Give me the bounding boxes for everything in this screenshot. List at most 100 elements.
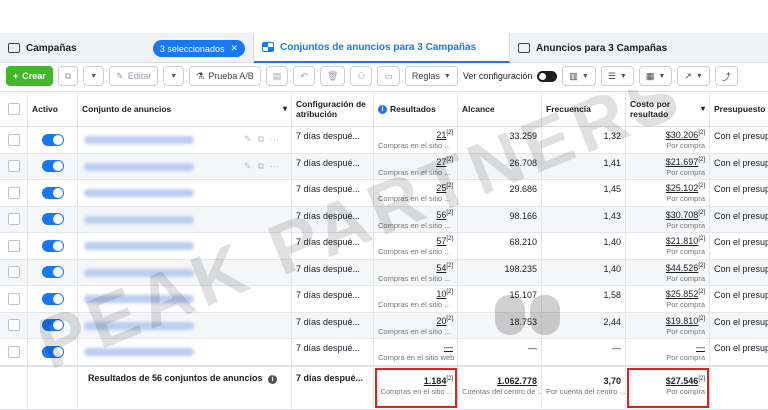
- row-checkbox[interactable]: [7, 345, 20, 358]
- row-checkbox[interactable]: [7, 292, 20, 305]
- col-budget[interactable]: Presupuesto: [710, 92, 768, 126]
- toggle-switch[interactable]: [537, 70, 558, 82]
- frequency-cell: 1,43: [542, 206, 626, 232]
- people-icon: ⚇: [357, 70, 366, 81]
- row-checkbox[interactable]: [7, 239, 20, 252]
- table-row[interactable]: ✎⧉⋯ 7 días despué... 27[2] Compras en el…: [0, 153, 768, 180]
- totals-attribution: 7 días despué...: [292, 366, 374, 409]
- attribution-cell: 7 días despué...: [292, 259, 374, 285]
- col-frequency[interactable]: Frecuencia: [542, 92, 626, 126]
- table-row[interactable]: 7 días despué... 57[2] Compras en el sit…: [0, 233, 768, 260]
- delete-button[interactable]: 🗑: [319, 66, 346, 86]
- results-cell: 25[2] Compras en el sitio ...: [374, 180, 458, 206]
- reports-button[interactable]: ▦ ▼: [638, 66, 673, 86]
- col-name[interactable]: Conjunto de anuncios ▾: [78, 92, 292, 126]
- undo-button[interactable]: ↶: [293, 66, 315, 86]
- table-row[interactable]: 7 días despué... — Compra en el sitio we…: [0, 339, 768, 366]
- row-checkbox[interactable]: [7, 319, 20, 332]
- duplicate-icon: ⧉: [64, 70, 72, 81]
- active-toggle[interactable]: [41, 345, 64, 358]
- active-toggle[interactable]: [41, 213, 64, 226]
- table-row[interactable]: 7 días despué... 54[2] Compras en el sit…: [0, 259, 768, 286]
- col-active[interactable]: Activo: [28, 92, 78, 126]
- attribution-cell: 7 días despué...: [292, 339, 374, 365]
- table-row[interactable]: 7 días despué... 56[2] Compras en el sit…: [0, 206, 768, 233]
- tab-campaigns[interactable]: Campañas 3 seleccionados ✕: [0, 33, 254, 63]
- attribution-cell: 7 días despué...: [292, 206, 374, 232]
- redacted-name: [84, 136, 194, 144]
- ad-set-name[interactable]: [78, 312, 292, 338]
- active-toggle[interactable]: [41, 186, 64, 199]
- close-icon[interactable]: ✕: [230, 43, 238, 54]
- create-button[interactable]: + Crear: [6, 66, 53, 86]
- frequency-cell: 1,41: [542, 153, 626, 179]
- duplicate-button[interactable]: ⧉: [57, 66, 79, 86]
- active-toggle[interactable]: [41, 133, 64, 146]
- clipboard-icon: ▤: [272, 70, 282, 81]
- export-button[interactable]: ↗ ▼: [677, 66, 710, 86]
- ad-set-name[interactable]: ✎⧉⋯: [78, 127, 292, 153]
- col-results[interactable]: i Resultados: [374, 92, 458, 126]
- results-cell: 54[2] Compras en el sitio ...: [374, 259, 458, 285]
- active-toggle[interactable]: [41, 239, 64, 252]
- breakdown-button[interactable]: ☰ ▼: [600, 66, 634, 86]
- row-checkbox[interactable]: [7, 160, 20, 173]
- view-config-toggle[interactable]: Ver configuración: [463, 70, 558, 82]
- ad-set-name[interactable]: [78, 259, 292, 285]
- preview-button[interactable]: ▭: [377, 66, 400, 86]
- audience-button[interactable]: ⚇: [350, 66, 373, 86]
- tab-ad-sets[interactable]: Conjuntos de anuncios para 3 Campañas: [254, 33, 510, 63]
- totals-results: 1.184[2] Compras en el sitio ...: [374, 366, 458, 409]
- row-checkbox[interactable]: [7, 266, 20, 279]
- table-row[interactable]: 7 días despué... 25[2] Compras en el sit…: [0, 180, 768, 207]
- tab-ads-label: Anuncios para 3 Campañas: [536, 42, 668, 54]
- active-toggle[interactable]: [41, 292, 64, 305]
- table-row[interactable]: ✎⧉⋯ 7 días despué... 21[2] Compras en el…: [0, 127, 768, 154]
- reach-cell: 33.259: [458, 127, 542, 153]
- columns-button[interactable]: ▥ ▼: [562, 66, 596, 86]
- budget-cell: Con el presup: [714, 237, 768, 247]
- grid-icon: [262, 42, 274, 52]
- active-toggle[interactable]: [41, 319, 64, 332]
- ab-test-button[interactable]: ⚗ Prueba A/B: [189, 66, 261, 86]
- attribution-cell: 7 días despué...: [292, 153, 374, 179]
- chevron-down-icon: ▼: [90, 72, 98, 80]
- row-checkbox[interactable]: [7, 213, 20, 226]
- table-row[interactable]: 7 días despué... 20[2] Compras en el sit…: [0, 312, 768, 339]
- results-cell: 56[2] Compras en el sitio ...: [374, 206, 458, 232]
- redacted-name: [84, 321, 194, 330]
- col-reach[interactable]: Alcance: [458, 92, 542, 126]
- row-action-icons[interactable]: ✎⧉⋯: [244, 134, 285, 145]
- ad-set-name[interactable]: [78, 233, 292, 259]
- reach-cell: 15.107: [458, 286, 542, 312]
- row-checkbox[interactable]: [7, 133, 20, 146]
- col-cost-per-result[interactable]: Costo por resultado ▾: [626, 92, 710, 126]
- redacted-name: [84, 295, 194, 303]
- ad-set-name[interactable]: [78, 180, 292, 206]
- duplicate-dropdown[interactable]: ▼: [83, 66, 105, 86]
- ad-set-name[interactable]: [78, 339, 292, 365]
- select-all-checkbox[interactable]: [7, 103, 20, 115]
- undo-icon: ↶: [300, 70, 308, 81]
- edit-button[interactable]: ✎ Editar: [109, 66, 159, 86]
- cost-cell: $30.206[2] Por compra: [626, 127, 710, 153]
- report-icon: ▦: [645, 70, 655, 81]
- active-toggle[interactable]: [41, 160, 64, 173]
- tab-ads[interactable]: Anuncios para 3 Campañas: [510, 33, 768, 63]
- row-action-icons[interactable]: ✎⧉⋯: [244, 161, 285, 172]
- col-attribution[interactable]: Configuración de atribución: [292, 92, 374, 126]
- selected-count-badge[interactable]: 3 seleccionados ✕: [152, 40, 245, 57]
- reach-cell: —: [458, 339, 542, 365]
- rules-dropdown[interactable]: Reglas ▼: [404, 66, 458, 86]
- clipboard-button[interactable]: ▤: [265, 66, 289, 86]
- table-row[interactable]: 7 días despué... 10[2] Compras en el sit…: [0, 286, 768, 313]
- ad-set-name[interactable]: [78, 286, 292, 312]
- ad-sets-table: Activo Conjunto de anuncios ▾ Configurac…: [0, 91, 768, 410]
- ad-set-name[interactable]: ✎⧉⋯: [78, 153, 292, 179]
- row-checkbox[interactable]: [7, 186, 20, 199]
- active-toggle[interactable]: [41, 266, 64, 279]
- cost-cell: $19.810[2] Por compra: [626, 312, 710, 338]
- ad-set-name[interactable]: [78, 206, 292, 232]
- edit-dropdown[interactable]: ▼: [163, 66, 185, 86]
- chart-button[interactable]: ⤴: [714, 66, 738, 86]
